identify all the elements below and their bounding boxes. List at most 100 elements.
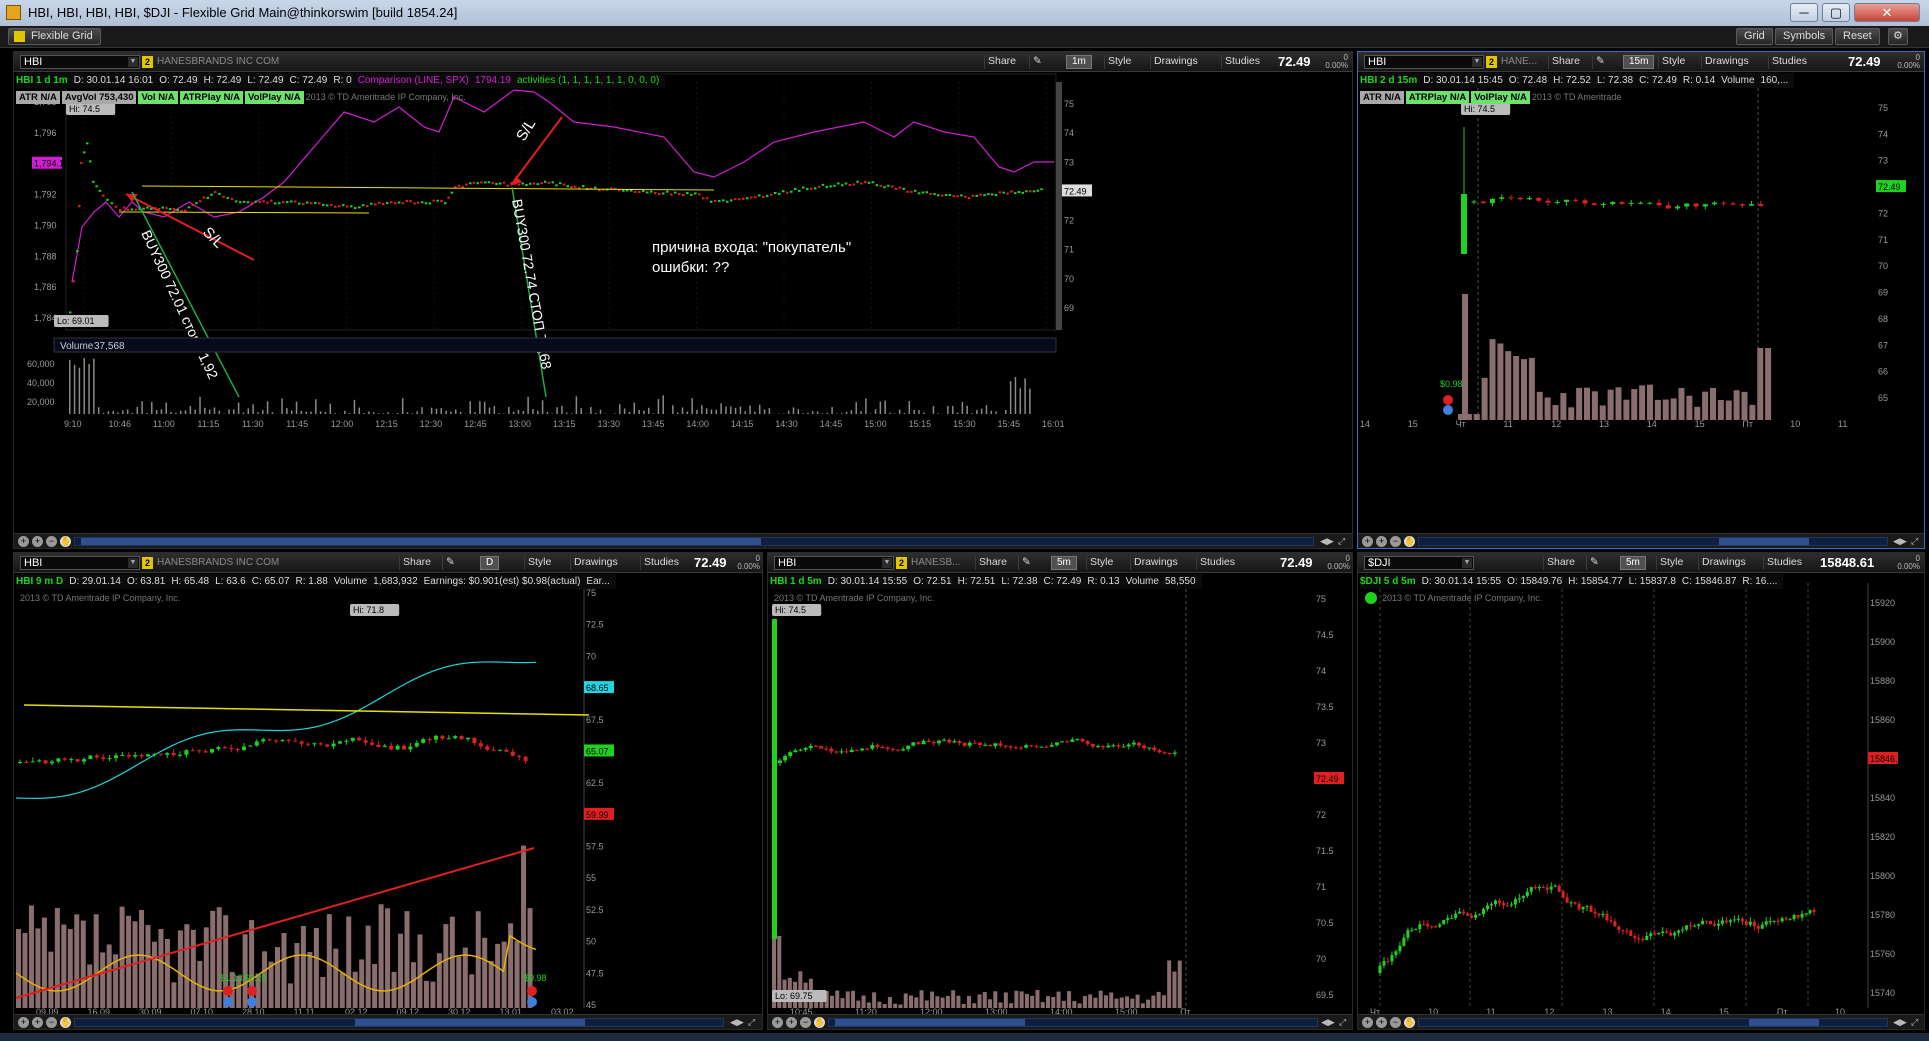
volume-bar xyxy=(691,398,693,414)
study-badge[interactable]: ATRPlay N/A xyxy=(1405,91,1470,104)
hand-icon[interactable]: ✋ xyxy=(1404,1017,1415,1028)
chart-canvas[interactable]: 2013 © TD Ameritrade IP Company, Inc. 75 7… xyxy=(768,553,1353,1030)
price-bar xyxy=(358,206,361,209)
price-bar xyxy=(1036,189,1039,192)
hand-icon[interactable]: ✋ xyxy=(60,536,71,547)
candle-body xyxy=(1705,920,1709,922)
volume-bar xyxy=(184,410,187,414)
close-button[interactable]: ✕ xyxy=(1854,3,1920,22)
volume-bar xyxy=(377,413,380,414)
volume-bar xyxy=(171,982,177,1008)
study-badge[interactable]: AvgVol 753,430 xyxy=(61,91,137,104)
scroll-arrows-icon[interactable]: ◀▶ xyxy=(1893,1017,1907,1028)
zoom-in-icon[interactable]: + xyxy=(786,1017,797,1028)
time-axis-label: 12:00 xyxy=(331,419,354,429)
reset-button[interactable]: Reset xyxy=(1835,28,1880,45)
zoom-out-icon[interactable]: − xyxy=(46,1017,57,1028)
study-badge[interactable]: VolPlay N/A xyxy=(244,91,304,104)
price-area xyxy=(65,73,1057,331)
study-badge[interactable]: ATR N/A xyxy=(16,91,60,104)
scroll-left-icon[interactable]: ◀▶ xyxy=(1320,536,1334,547)
volume-bar xyxy=(546,411,549,414)
add-icon[interactable]: + xyxy=(18,536,29,547)
scroll-arrows-icon[interactable]: ◀▶ xyxy=(1321,1017,1335,1028)
chart-canvas[interactable]: 2013 © TD Ameritrade IP Company, Inc. 75 7… xyxy=(14,553,763,1030)
horizontal-scrollbar[interactable] xyxy=(828,1018,1318,1027)
copyright: 2013 © TD Ameritrade IP Company, Inc. xyxy=(774,593,934,603)
scroll-arrows-icon[interactable]: ◀▶ xyxy=(1893,536,1907,547)
volume-bar xyxy=(78,367,81,414)
volume-bar xyxy=(1088,994,1093,1008)
zoom-in-icon[interactable]: + xyxy=(1376,1017,1387,1028)
expand-icon[interactable]: ⤢ xyxy=(1911,1017,1918,1028)
volume-bar xyxy=(1678,388,1685,420)
price-bar xyxy=(929,192,932,195)
candle-body xyxy=(62,758,67,760)
zoom-in-icon[interactable]: + xyxy=(32,1017,43,1028)
volume-bar xyxy=(1536,391,1543,420)
zoom-in-icon[interactable]: + xyxy=(1376,536,1387,547)
expand-icon[interactable]: ⤢ xyxy=(1339,1017,1346,1028)
candle-body xyxy=(50,761,54,764)
horizontal-scrollbar[interactable] xyxy=(74,1018,724,1027)
maximize-button[interactable]: ▢ xyxy=(1822,3,1850,22)
add-icon[interactable]: + xyxy=(1362,1017,1373,1028)
panel-footer: + + − ✋ ◀▶ ⤢ xyxy=(1358,533,1924,548)
candle-body xyxy=(261,739,266,742)
setup-gear-icon[interactable]: ⚙ xyxy=(1888,28,1908,45)
candle-body xyxy=(1804,913,1808,915)
study-badge[interactable]: ATRPlay N/A xyxy=(179,91,243,104)
candle-body xyxy=(1784,918,1788,920)
scale-label: 73 xyxy=(1064,157,1074,167)
chart-canvas[interactable]: 75 74 73 72.49 72 71 70 69 68 67 66 65 Hi: 74.5 $0.98… xyxy=(1358,52,1925,549)
price-bar xyxy=(883,186,886,189)
chart-canvas[interactable]: 1,7981,7961,794.191,7921,7901,7881,7861,… xyxy=(14,52,1353,549)
hand-icon[interactable]: ✋ xyxy=(60,1017,71,1028)
grid-layout-icon xyxy=(14,31,25,42)
volume-bar xyxy=(638,409,640,414)
add-icon[interactable]: + xyxy=(772,1017,783,1028)
candle-body xyxy=(788,752,793,757)
horizontal-scrollbar[interactable] xyxy=(1418,537,1888,546)
minimize-button[interactable]: ─ xyxy=(1790,3,1818,22)
chart-canvas[interactable]: 2013 © TD Ameritrade IP Company, Inc. 159… xyxy=(1358,553,1925,1030)
layout-button[interactable]: Flexible Grid xyxy=(8,28,101,45)
add-icon[interactable]: + xyxy=(1362,536,1373,547)
price-bar xyxy=(76,250,79,253)
study-badge[interactable]: ATR N/A xyxy=(1360,91,1404,104)
zoom-out-icon[interactable]: − xyxy=(1390,536,1401,547)
reset-label: Reset xyxy=(1843,30,1872,42)
info-field: R: 0 xyxy=(333,75,352,86)
zoom-in-icon[interactable]: + xyxy=(32,536,43,547)
candle-body xyxy=(1462,911,1466,914)
study-badge[interactable]: Vol N/A xyxy=(138,91,178,104)
symbols-button[interactable]: Symbols xyxy=(1775,28,1834,45)
expand-icon[interactable]: ⤢ xyxy=(1911,536,1918,547)
price-bar xyxy=(544,180,547,183)
volume-bar xyxy=(189,406,192,414)
hand-icon[interactable]: ✋ xyxy=(814,1017,825,1028)
price-bar xyxy=(401,202,405,205)
add-icon[interactable]: + xyxy=(18,1017,29,1028)
zoom-out-icon[interactable]: − xyxy=(1390,1017,1401,1028)
zoom-out-icon[interactable]: − xyxy=(46,536,57,547)
expand-icon[interactable]: ⤢ xyxy=(1338,536,1345,547)
hand-icon[interactable]: ✋ xyxy=(1404,536,1415,547)
zoom-out-icon[interactable]: − xyxy=(800,1017,811,1028)
scroll-arrows-icon[interactable]: ◀▶ xyxy=(730,1017,744,1028)
expand-icon[interactable]: ⤢ xyxy=(748,1017,755,1028)
candle-body xyxy=(1490,198,1495,204)
price-bar xyxy=(382,203,385,206)
horizontal-scrollbar[interactable] xyxy=(74,537,1314,546)
price-bar xyxy=(465,183,468,186)
candle-body xyxy=(1049,745,1054,747)
grid-button[interactable]: Grid xyxy=(1736,28,1773,45)
chart-panel-hbi-15m: HBI ▼ 2 HANE... Share ✎ 15m Style Drawing… xyxy=(1357,51,1925,549)
study-badge[interactable]: VolPlay N/A xyxy=(1471,91,1530,104)
price-bar xyxy=(875,184,879,187)
candle-body xyxy=(1508,197,1514,199)
candle-body xyxy=(1573,199,1579,201)
horizontal-scrollbar[interactable] xyxy=(1418,1018,1888,1027)
time-axis-label: 11:30 xyxy=(242,419,264,429)
price-bar xyxy=(856,180,859,183)
